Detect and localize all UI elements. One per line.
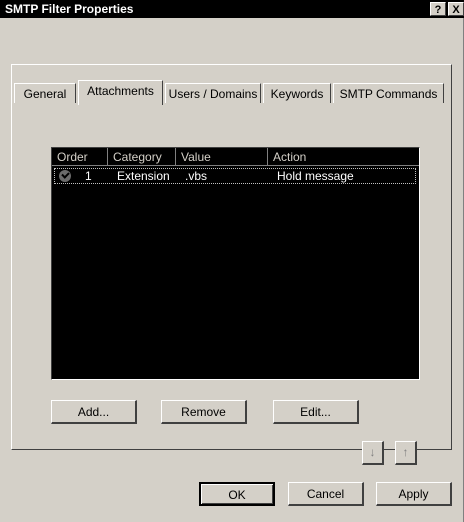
edit-button[interactable]: Edit...	[273, 400, 359, 424]
move-down-button[interactable]: ↓	[362, 441, 384, 465]
cancel-button[interactable]: Cancel	[288, 482, 364, 506]
down-arrow-icon: ↓	[369, 445, 376, 459]
add-button[interactable]: Add...	[51, 400, 137, 424]
up-arrow-icon: ↑	[402, 445, 409, 459]
tab-attachments[interactable]: Attachments	[78, 80, 163, 105]
title-bar[interactable]: SMTP Filter Properties ? X	[0, 0, 464, 18]
column-header-action[interactable]: Action	[268, 148, 419, 166]
tab-strip: General Attachments Users / Domains Keyw…	[0, 40, 464, 105]
apply-button[interactable]: Apply	[376, 482, 452, 506]
move-up-button[interactable]: ↑	[395, 441, 417, 465]
column-header-order[interactable]: Order	[52, 148, 108, 166]
ok-button[interactable]: OK	[199, 482, 275, 506]
column-header-category[interactable]: Category	[108, 148, 176, 166]
column-header-value[interactable]: Value	[176, 148, 268, 166]
filter-rules-list[interactable]: Order Category Value Action 1 Extension …	[51, 147, 420, 380]
smtp-filter-properties-dialog: SMTP Filter Properties ? X General Attac…	[0, 0, 464, 522]
list-header: Order Category Value Action	[52, 148, 419, 166]
table-row[interactable]: 1 Extension .vbs Hold message	[54, 168, 416, 184]
row-order: 1	[85, 169, 92, 183]
remove-button[interactable]: Remove	[161, 400, 247, 424]
window-title: SMTP Filter Properties	[5, 2, 134, 16]
help-button[interactable]: ?	[430, 2, 446, 16]
row-category: Extension	[117, 169, 170, 183]
row-value: .vbs	[185, 169, 208, 183]
row-action: Hold message	[277, 169, 354, 183]
close-button[interactable]: X	[448, 2, 464, 16]
check-icon	[59, 170, 71, 182]
